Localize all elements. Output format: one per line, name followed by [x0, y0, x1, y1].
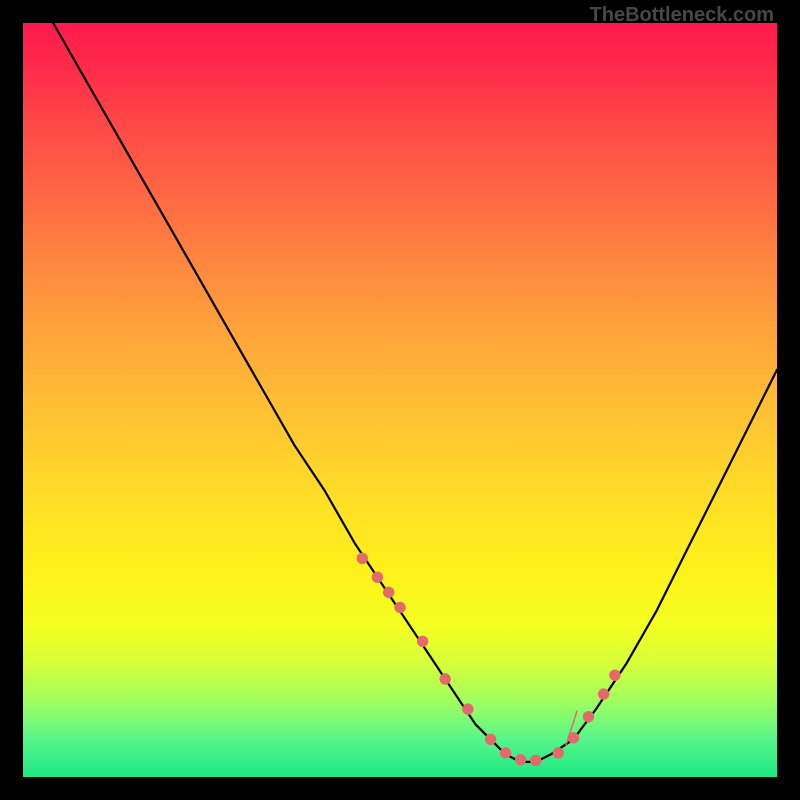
chart-stage: TheBottleneck.com: [0, 0, 800, 800]
watermark-label: TheBottleneck.com: [590, 4, 774, 27]
plot-background: [23, 23, 777, 777]
